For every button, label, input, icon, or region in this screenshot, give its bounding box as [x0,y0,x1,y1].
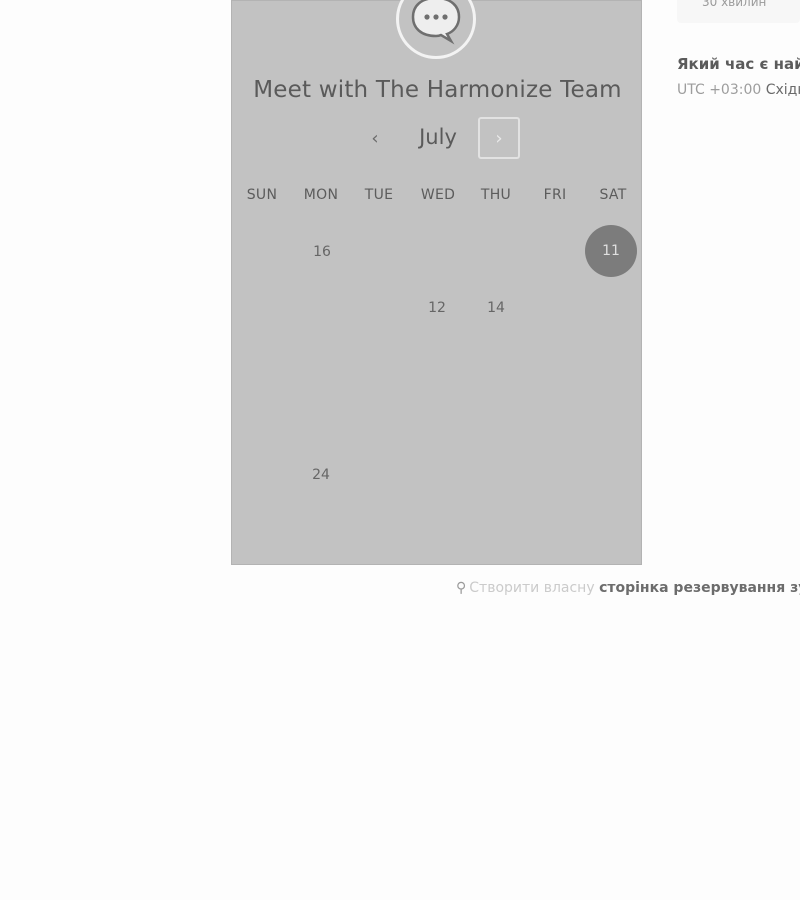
calendar-day[interactable]: 14 [474,286,518,330]
duration-option[interactable]: 30 хвилин [677,0,800,23]
meeting-title: Meet with The Harmonize Team [253,77,622,103]
timezone-offset: UTC +03:00 [677,82,762,98]
timezone-selector[interactable]: UTC +03:00 Східн [677,82,800,98]
weekday-sat: SAT [599,187,627,203]
weekday-sun: SUN [246,187,278,203]
meeting-details: 30 хвилин Який час є найл UTC +03:00 Схі… [677,0,800,160]
timezone-name: Східн [765,82,800,98]
duration-label: 30 хвилин [702,0,767,9]
weekday-tue: TUE [364,187,394,203]
weekday-mon: MON [303,187,339,203]
weekday-fri: FRI [543,187,567,203]
time-question: Який час є найл [677,55,800,73]
weekday-wed: WED [420,187,456,203]
chevron-right-icon: › [495,127,503,149]
calendar-day[interactable]: 12 [415,286,459,330]
calendar-panel: Meet with The Harmonize Team ‹ July › SU… [231,0,642,565]
month-navigation: ‹ July › [232,117,643,161]
month-label: July [419,125,457,149]
weekday-header: SUN MON TUE WED THU FRI SAT [232,187,643,207]
footer-text: Створити власну [469,580,595,596]
prev-month-button[interactable]: ‹ [354,117,396,159]
hubspot-sprocket-icon: ⚲ [456,580,467,596]
next-month-button[interactable]: › [478,117,520,159]
calendar-day[interactable]: 24 [299,453,343,497]
footer-link[interactable]: сторінка резервування зустр [599,580,800,596]
chevron-left-icon: ‹ [371,127,379,149]
calendar-day[interactable]: 16 [300,230,344,274]
calendar-day-selected[interactable]: 11 [585,225,637,277]
weekday-thu: THU [480,187,512,203]
chat-bubble-icon [396,0,476,59]
footer-branding: ⚲ Створити власну сторінка резервування з… [456,580,800,600]
